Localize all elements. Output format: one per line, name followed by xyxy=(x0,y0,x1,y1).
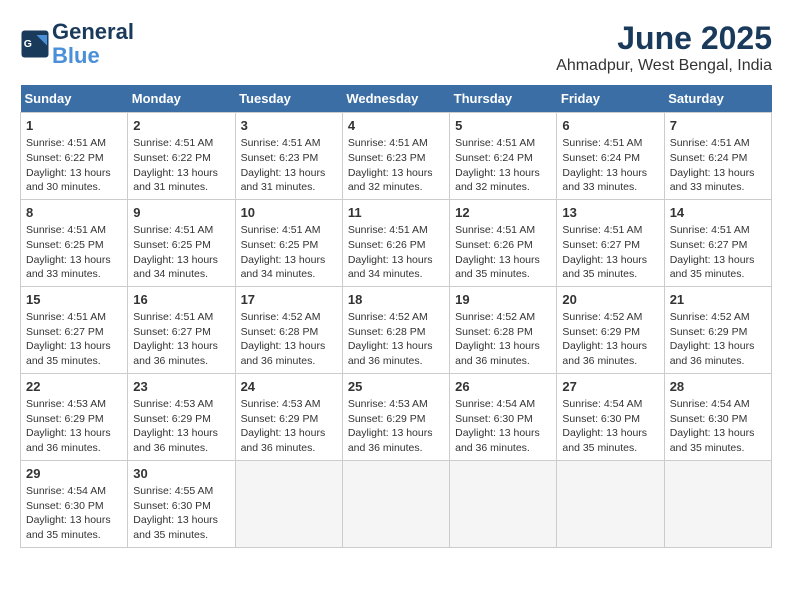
calendar-week-row: 8Sunrise: 4:51 AMSunset: 6:25 PMDaylight… xyxy=(21,199,772,286)
col-monday: Monday xyxy=(128,85,235,113)
table-row: 1Sunrise: 4:51 AMSunset: 6:22 PMDaylight… xyxy=(21,113,128,200)
col-tuesday: Tuesday xyxy=(235,85,342,113)
table-row: 25Sunrise: 4:53 AMSunset: 6:29 PMDayligh… xyxy=(342,373,449,460)
table-row: 24Sunrise: 4:53 AMSunset: 6:29 PMDayligh… xyxy=(235,373,342,460)
table-row: 9Sunrise: 4:51 AMSunset: 6:25 PMDaylight… xyxy=(128,199,235,286)
col-thursday: Thursday xyxy=(450,85,557,113)
calendar-week-row: 1Sunrise: 4:51 AMSunset: 6:22 PMDaylight… xyxy=(21,113,772,200)
calendar-week-row: 22Sunrise: 4:53 AMSunset: 6:29 PMDayligh… xyxy=(21,373,772,460)
logo: G GeneralBlue xyxy=(20,20,134,68)
table-row: 6Sunrise: 4:51 AMSunset: 6:24 PMDaylight… xyxy=(557,113,664,200)
table-row: 30Sunrise: 4:55 AMSunset: 6:30 PMDayligh… xyxy=(128,460,235,547)
location-title: Ahmadpur, West Bengal, India xyxy=(556,57,772,75)
table-row: 10Sunrise: 4:51 AMSunset: 6:25 PMDayligh… xyxy=(235,199,342,286)
col-sunday: Sunday xyxy=(21,85,128,113)
calendar-header-row: Sunday Monday Tuesday Wednesday Thursday… xyxy=(21,85,772,113)
table-row: 23Sunrise: 4:53 AMSunset: 6:29 PMDayligh… xyxy=(128,373,235,460)
table-row: 19Sunrise: 4:52 AMSunset: 6:28 PMDayligh… xyxy=(450,286,557,373)
calendar-week-row: 29Sunrise: 4:54 AMSunset: 6:30 PMDayligh… xyxy=(21,460,772,547)
table-row: 20Sunrise: 4:52 AMSunset: 6:29 PMDayligh… xyxy=(557,286,664,373)
table-row xyxy=(557,460,664,547)
col-wednesday: Wednesday xyxy=(342,85,449,113)
col-friday: Friday xyxy=(557,85,664,113)
table-row: 22Sunrise: 4:53 AMSunset: 6:29 PMDayligh… xyxy=(21,373,128,460)
table-row: 13Sunrise: 4:51 AMSunset: 6:27 PMDayligh… xyxy=(557,199,664,286)
table-row: 21Sunrise: 4:52 AMSunset: 6:29 PMDayligh… xyxy=(664,286,771,373)
table-row: 8Sunrise: 4:51 AMSunset: 6:25 PMDaylight… xyxy=(21,199,128,286)
table-row: 14Sunrise: 4:51 AMSunset: 6:27 PMDayligh… xyxy=(664,199,771,286)
table-row: 3Sunrise: 4:51 AMSunset: 6:23 PMDaylight… xyxy=(235,113,342,200)
table-row: 4Sunrise: 4:51 AMSunset: 6:23 PMDaylight… xyxy=(342,113,449,200)
table-row: 27Sunrise: 4:54 AMSunset: 6:30 PMDayligh… xyxy=(557,373,664,460)
table-row: 16Sunrise: 4:51 AMSunset: 6:27 PMDayligh… xyxy=(128,286,235,373)
calendar-week-row: 15Sunrise: 4:51 AMSunset: 6:27 PMDayligh… xyxy=(21,286,772,373)
table-row: 29Sunrise: 4:54 AMSunset: 6:30 PMDayligh… xyxy=(21,460,128,547)
page-header: G GeneralBlue June 2025 Ahmadpur, West B… xyxy=(20,20,772,75)
col-saturday: Saturday xyxy=(664,85,771,113)
table-row: 11Sunrise: 4:51 AMSunset: 6:26 PMDayligh… xyxy=(342,199,449,286)
logo-text: GeneralBlue xyxy=(52,20,134,68)
table-row xyxy=(235,460,342,547)
table-row xyxy=(342,460,449,547)
table-row: 15Sunrise: 4:51 AMSunset: 6:27 PMDayligh… xyxy=(21,286,128,373)
logo-icon: G xyxy=(20,29,50,59)
table-row: 7Sunrise: 4:51 AMSunset: 6:24 PMDaylight… xyxy=(664,113,771,200)
table-row xyxy=(664,460,771,547)
calendar-table: Sunday Monday Tuesday Wednesday Thursday… xyxy=(20,85,772,548)
table-row: 26Sunrise: 4:54 AMSunset: 6:30 PMDayligh… xyxy=(450,373,557,460)
table-row: 12Sunrise: 4:51 AMSunset: 6:26 PMDayligh… xyxy=(450,199,557,286)
table-row: 28Sunrise: 4:54 AMSunset: 6:30 PMDayligh… xyxy=(664,373,771,460)
table-row: 17Sunrise: 4:52 AMSunset: 6:28 PMDayligh… xyxy=(235,286,342,373)
table-row: 2Sunrise: 4:51 AMSunset: 6:22 PMDaylight… xyxy=(128,113,235,200)
svg-text:G: G xyxy=(24,38,32,50)
month-title: June 2025 xyxy=(556,20,772,57)
table-row: 5Sunrise: 4:51 AMSunset: 6:24 PMDaylight… xyxy=(450,113,557,200)
title-block: June 2025 Ahmadpur, West Bengal, India xyxy=(556,20,772,75)
table-row: 18Sunrise: 4:52 AMSunset: 6:28 PMDayligh… xyxy=(342,286,449,373)
table-row xyxy=(450,460,557,547)
